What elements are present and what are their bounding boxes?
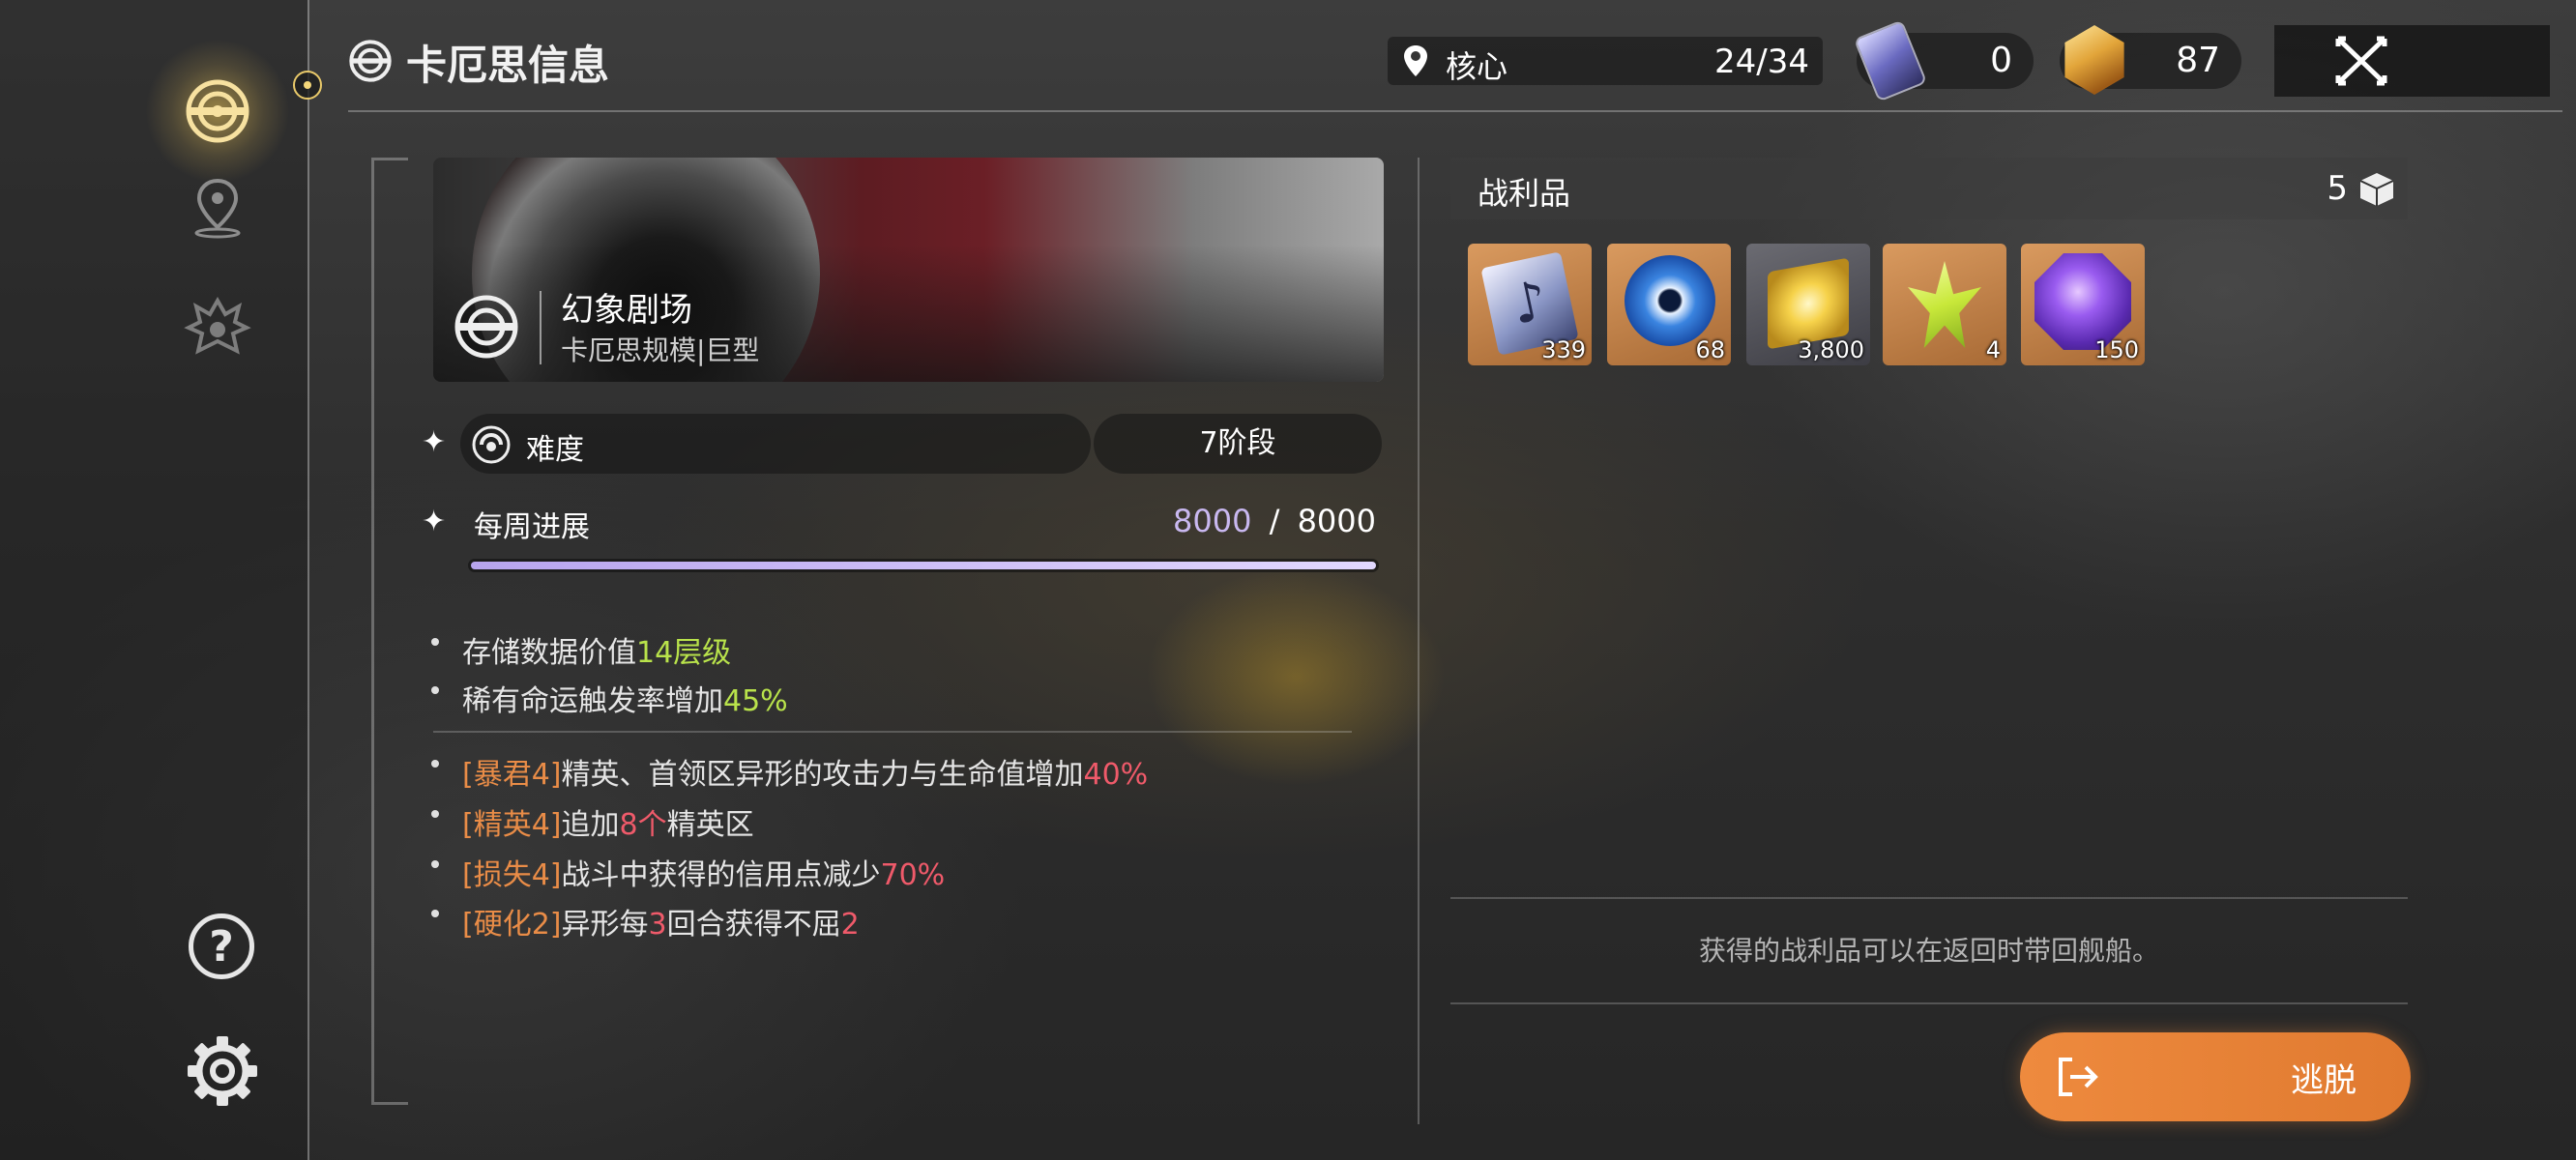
loot-note: 获得的战利品可以在返回时带回舰船。: [1698, 935, 2159, 967]
location-pill[interactable]: 核心 24/34: [1388, 37, 1823, 85]
modifier-line: [损失4]战斗中获得的信用点减少70%: [462, 858, 946, 892]
loot-item-count: 68: [1695, 336, 1725, 363]
bonus-divider: [433, 731, 1352, 733]
weekly-separator: /: [1269, 503, 1280, 539]
weekly-progress-fill: [471, 562, 1376, 569]
weekly-label: 每周进展: [474, 510, 590, 544]
blue-eye-orb-icon: [1625, 255, 1715, 346]
page-title: 卡厄思信息: [406, 42, 610, 89]
loot-header: 战利品 5: [1450, 158, 2408, 219]
loot-title: 战利品: [1478, 175, 1571, 212]
boss-emblem-nav-icon[interactable]: [179, 290, 256, 367]
weekly-current: 8000: [1173, 503, 1252, 539]
location-label: 核心: [1446, 48, 1508, 85]
frame-bracket: [371, 158, 408, 1105]
currency1-value: 0: [1990, 41, 2012, 80]
weekly-progress-track: [468, 559, 1379, 572]
nav-active-dot: [293, 71, 322, 100]
loot-item-count: 150: [2094, 336, 2139, 363]
loot-note-bottom-divider: [1450, 1002, 2408, 1004]
modifier-line: [暴君4]精英、首领区异形的攻击力与生命值增加40%: [462, 758, 1149, 792]
loot-item[interactable]: 150: [2021, 244, 2145, 365]
weekly-max: 8000: [1297, 503, 1376, 539]
panel-divider: [1418, 158, 1420, 1124]
loot-count: 5: [2327, 169, 2348, 208]
difficulty-icon: [472, 425, 511, 464]
loot-item[interactable]: ♪ 339: [1468, 244, 1592, 365]
settings-gear-icon[interactable]: [186, 1034, 259, 1108]
box-icon: [2359, 173, 2394, 206]
loot-item[interactable]: 3,800: [1746, 244, 1870, 365]
loot-item-count: 339: [1541, 336, 1586, 363]
close-button[interactable]: [2274, 25, 2550, 97]
map-pin-nav-icon[interactable]: [184, 174, 251, 242]
banner-subtitle: 卡厄思规模|巨型: [561, 334, 760, 366]
bonus-line: 稀有命运触发率增加45%: [462, 684, 788, 718]
loot-note-top-divider: [1450, 897, 2408, 899]
loot-item[interactable]: 4: [1883, 244, 2006, 365]
modifier-line: [精英4]追加8个精英区: [462, 808, 754, 842]
location-progress: 24/34: [1714, 43, 1809, 81]
close-icon: [2335, 36, 2387, 86]
ticket-icon: [1853, 19, 1928, 102]
theater-emblem-icon: [454, 295, 518, 359]
exit-door-icon: [2059, 1058, 2098, 1096]
side-nav-divider: [307, 0, 309, 1160]
gold-gem-icon: [2064, 25, 2124, 95]
weekly-values: 8000 / 8000: [1173, 503, 1376, 539]
difficulty-row[interactable]: 难度: [460, 414, 1091, 474]
header-divider: [348, 110, 2562, 112]
currency1-pill[interactable]: 0: [1853, 19, 2034, 102]
help-icon[interactable]: ?: [189, 914, 254, 979]
currency2-pill[interactable]: 87: [2060, 25, 2241, 95]
header-title-icon: [348, 39, 393, 83]
escape-button[interactable]: 逃脱: [2020, 1032, 2411, 1121]
loot-item-count: 3,800: [1798, 336, 1864, 363]
currency2-value: 87: [2176, 41, 2220, 80]
difficulty-value: 7阶段: [1199, 426, 1276, 460]
purple-gem-cluster-icon: [2034, 253, 2131, 350]
chaos-banner: 幻象剧场 卡厄思规模|巨型: [433, 158, 1384, 382]
chaos-info-nav-icon[interactable]: [145, 39, 290, 184]
modifier-line: [硬化2]异形每3回合获得不屈2: [462, 908, 860, 942]
sparkle-icon: ✦: [422, 505, 447, 538]
green-crystal-icon: [1908, 261, 1981, 348]
bonus-line: 存储数据价值14层级: [462, 636, 732, 670]
loot-item-count: 4: [1985, 336, 2001, 363]
banner-title: 幻象剧场: [561, 291, 692, 330]
loot-item[interactable]: 68: [1607, 244, 1731, 365]
sparkle-icon: ✦: [422, 425, 447, 459]
difficulty-value-pill[interactable]: 7阶段: [1094, 414, 1382, 474]
escape-label: 逃脱: [2291, 1061, 2356, 1100]
difficulty-label: 难度: [526, 433, 584, 467]
location-pin-icon: [1404, 45, 1427, 76]
